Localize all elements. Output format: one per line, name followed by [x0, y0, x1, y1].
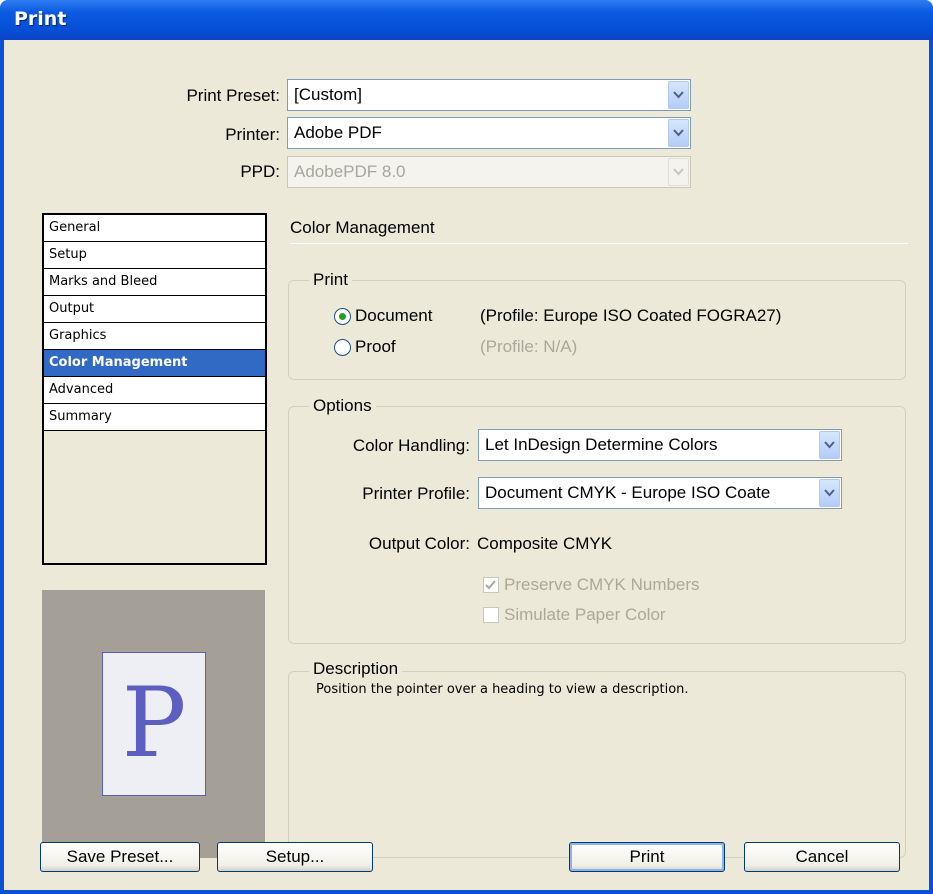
- title-bar[interactable]: Print: [0, 0, 933, 40]
- description-group-legend: Description: [309, 659, 403, 679]
- document-label[interactable]: Document: [355, 306, 432, 326]
- sidebar-item-marks-and-bleed[interactable]: Marks and Bleed: [44, 269, 265, 296]
- section-title: Color Management: [290, 218, 435, 237]
- color-handling-value: Let InDesign Determine Colors: [485, 435, 718, 454]
- window-title: Print: [14, 8, 67, 30]
- sidebar-item-color-management[interactable]: Color Management: [44, 350, 265, 377]
- checkmark-icon: [485, 580, 496, 590]
- preserve-cmyk-label[interactable]: Preserve CMYK Numbers: [504, 575, 700, 595]
- preview-glyph: P: [121, 667, 187, 779]
- preserve-cmyk-checkbox[interactable]: [483, 577, 499, 593]
- print-button[interactable]: Print: [569, 842, 725, 872]
- chevron-down-icon[interactable]: [668, 119, 689, 147]
- proof-profile: (Profile: N/A): [480, 337, 578, 356]
- output-color-value: Composite CMYK: [477, 534, 613, 553]
- print-dialog: Print Print Preset: [Custom] Printer: Ad…: [0, 0, 933, 894]
- print-preset-label: Print Preset:: [186, 86, 280, 105]
- document-radio[interactable]: [334, 308, 351, 325]
- options-group-legend: Options: [309, 396, 376, 416]
- section-divider: [290, 243, 908, 244]
- chevron-down-icon: [668, 158, 689, 186]
- color-handling-label: Color Handling:: [352, 436, 470, 455]
- page-preview: P: [42, 590, 265, 858]
- simulate-paper-label[interactable]: Simulate Paper Color: [504, 605, 666, 625]
- chevron-down-icon[interactable]: [668, 81, 689, 109]
- setup-button[interactable]: Setup...: [217, 842, 373, 872]
- print-preset-dropdown[interactable]: [Custom]: [287, 79, 691, 111]
- preview-page: P: [102, 652, 206, 796]
- chevron-down-icon[interactable]: [819, 479, 840, 507]
- print-group-legend: Print: [309, 270, 352, 290]
- simulate-paper-checkbox[interactable]: [483, 607, 499, 623]
- sidebar-item-graphics[interactable]: Graphics: [44, 323, 265, 350]
- sidebar-item-advanced[interactable]: Advanced: [44, 377, 265, 404]
- printer-label: Printer:: [225, 125, 280, 144]
- save-preset-button[interactable]: Save Preset...: [40, 842, 200, 872]
- ppd-value: AdobePDF 8.0: [294, 162, 406, 181]
- sidebar-item-summary[interactable]: Summary: [44, 404, 265, 431]
- output-color-label: Output Color:: [368, 534, 470, 553]
- color-handling-dropdown[interactable]: Let InDesign Determine Colors: [478, 429, 842, 461]
- ppd-label: PPD:: [240, 162, 280, 181]
- dialog-body: Print Preset: [Custom] Printer: Adobe PD…: [4, 40, 929, 890]
- printer-profile-value: Document CMYK - Europe ISO Coate: [485, 483, 771, 502]
- proof-label[interactable]: Proof: [355, 337, 396, 357]
- radio-selected-dot: [339, 313, 346, 320]
- printer-profile-label: Printer Profile:: [362, 484, 470, 503]
- description-group: [288, 671, 906, 858]
- ppd-dropdown: AdobePDF 8.0: [287, 156, 691, 188]
- document-profile: (Profile: Europe ISO Coated FOGRA27): [480, 306, 782, 325]
- cancel-button[interactable]: Cancel: [744, 842, 900, 872]
- print-preset-value: [Custom]: [294, 85, 363, 104]
- printer-value: Adobe PDF: [294, 123, 382, 142]
- description-text: Position the pointer over a heading to v…: [316, 682, 689, 697]
- chevron-down-icon[interactable]: [819, 431, 840, 459]
- print-group: [288, 280, 906, 380]
- printer-dropdown[interactable]: Adobe PDF: [287, 117, 691, 149]
- sidebar-item-output[interactable]: Output: [44, 296, 265, 323]
- sidebar-item-general[interactable]: General: [44, 215, 265, 242]
- proof-radio[interactable]: [334, 339, 351, 356]
- sidebar-item-setup[interactable]: Setup: [44, 242, 265, 269]
- category-list: General Setup Marks and Bleed Output Gra…: [42, 213, 267, 565]
- printer-profile-dropdown[interactable]: Document CMYK - Europe ISO Coate: [478, 477, 842, 509]
